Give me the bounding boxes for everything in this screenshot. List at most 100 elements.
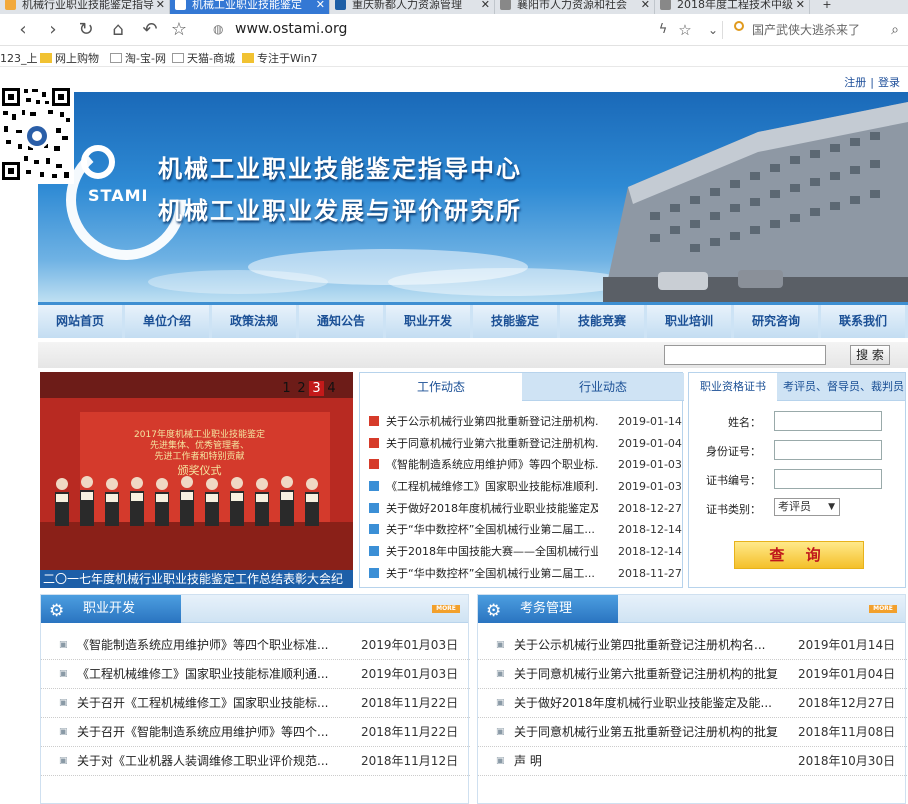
nav-notices[interactable]: 通知公告 (299, 305, 383, 338)
lightning-icon[interactable]: ϟ (652, 19, 674, 41)
close-tab-icon[interactable]: ✕ (156, 0, 165, 12)
bookmark-item[interactable]: 天猫-商城 (172, 50, 235, 66)
forward-icon[interactable]: › (42, 19, 64, 41)
address-bar[interactable]: ◍ www.ostami.org (205, 18, 720, 42)
list-item[interactable]: ▣ 关于召开《智能制造系统应用维护师》等四个... 2018年11月22日 (41, 718, 470, 747)
close-tab-icon[interactable]: ✕ (316, 0, 325, 12)
bookmark-star-icon[interactable]: ☆ (674, 19, 696, 41)
back-icon[interactable]: ‹ (12, 19, 34, 41)
news-item[interactable]: 关于2018年中国技能大赛——全国机械行业... 2018-12-14 (366, 541, 682, 563)
browser-tab[interactable]: 重庆新都人力资源管理 ✕ (330, 0, 495, 14)
slide-caption[interactable]: 二〇一七年度机械行业职业技能鉴定工作总结表彰大会纪 (40, 570, 353, 588)
slide-page-2[interactable]: 2 (294, 381, 309, 396)
news-item[interactable]: 关于“华中数控杯”全国机械行业第二届工... 2018-11-27 (366, 563, 682, 585)
news-item[interactable]: 《工程机械维修工》国家职业技能标准顺利... 2019-01-03 (366, 476, 682, 498)
item-date: 2019年01月03日 (361, 667, 459, 681)
favorite-star-icon[interactable]: ☆ (168, 19, 190, 41)
list-item[interactable]: ▣ 《工程机械维修工》国家职业技能标准顺利通... 2019年01月03日 (41, 660, 470, 689)
news-title[interactable]: 关于做好2018年度机械行业职业技能鉴定及... (386, 498, 598, 520)
browser-search-input[interactable]: 国产武侠大逃杀来了 (752, 21, 860, 38)
cert-category-select[interactable]: 考评员 ▼ (774, 498, 840, 516)
news-item[interactable]: 《智能制造系统应用维护师》等四个职业标... 2019-01-03 (366, 454, 682, 476)
query-button[interactable]: 查 询 (734, 541, 864, 569)
item-title[interactable]: 关于同意机械行业第五批重新登记注册机构的批复 (514, 718, 782, 747)
new-tab-button[interactable]: + (812, 0, 842, 14)
id-number-input[interactable] (774, 440, 882, 460)
nav-skill-appraisal[interactable]: 技能鉴定 (473, 305, 557, 338)
item-title[interactable]: 关于同意机械行业第六批重新登记注册机构的批复 (514, 660, 782, 689)
news-item[interactable]: 关于“华中数控杯”全国机械行业第二届工... 2018-12-14 (366, 519, 682, 541)
list-item[interactable]: ▣ 关于召开《工程机械维修工》国家职业技能标... 2018年11月22日 (41, 689, 470, 718)
nav-about[interactable]: 单位介绍 (125, 305, 209, 338)
tab-industry-news[interactable]: 行业动态 (522, 373, 684, 401)
nav-research[interactable]: 研究咨询 (734, 305, 818, 338)
list-item[interactable]: ▣ 声 明 2018年10月30日 (478, 747, 907, 776)
slide-page-3-current[interactable]: 3 (309, 381, 324, 396)
bookmark-item[interactable]: 网上购物 (40, 50, 99, 66)
slide-page-4[interactable]: 4 (324, 381, 339, 396)
nav-home[interactable]: 网站首页 (38, 305, 122, 338)
tab-examiner-cert[interactable]: 考评员、督导员、裁判员 (783, 373, 904, 401)
search-engine-icon (734, 21, 744, 31)
login-link[interactable]: 登录 (878, 76, 900, 89)
url-text[interactable]: www.ostami.org (235, 21, 347, 37)
name-input[interactable] (774, 411, 882, 431)
bookmark-item[interactable]: 淘-宝-网 (110, 50, 166, 66)
close-tab-icon[interactable]: ✕ (641, 0, 650, 12)
more-button[interactable]: MORE (869, 605, 897, 613)
news-title[interactable]: 《工程机械维修工》国家职业技能标准顺利... (386, 476, 598, 498)
search-icon[interactable]: ⌕ (884, 19, 906, 41)
nav-policy[interactable]: 政策法规 (212, 305, 296, 338)
close-tab-icon[interactable]: ✕ (481, 0, 490, 12)
browser-tab-active[interactable]: 机械工业职业技能鉴定 ✕ (170, 0, 330, 14)
nav-training[interactable]: 职业培训 (647, 305, 731, 338)
news-title[interactable]: 《智能制造系统应用维护师》等四个职业标... (386, 454, 598, 476)
list-item[interactable]: ▣ 关于对《工业机器人装调维修工职业评价规范... 2018年11月12日 (41, 747, 470, 776)
item-title[interactable]: 《智能制造系统应用维护师》等四个职业标准... (77, 631, 332, 660)
news-item[interactable]: 关于公示机械行业第四批重新登记注册机构... 2019-01-14 (366, 411, 682, 433)
nav-skill-contest[interactable]: 技能竞赛 (560, 305, 644, 338)
item-title[interactable]: 关于召开《工程机械维修工》国家职业技能标... (77, 689, 332, 718)
site-search-button[interactable]: 搜 索 (850, 345, 890, 365)
bookmark-item[interactable]: 专注于Win7 (242, 50, 318, 66)
news-title[interactable]: 关于“华中数控杯”全国机械行业第二届工... (386, 519, 598, 541)
site-search-input[interactable] (664, 345, 826, 365)
register-link[interactable]: 注册 (844, 76, 866, 89)
list-item[interactable]: ▣ 《智能制造系统应用维护师》等四个职业标准... 2019年01月03日 (41, 631, 470, 660)
item-title[interactable]: 关于对《工业机器人装调维修工职业评价规范... (77, 747, 332, 776)
close-tab-icon[interactable]: ✕ (796, 0, 805, 12)
slide-page-1[interactable]: 1 (279, 381, 294, 396)
home-icon[interactable]: ⌂ (107, 19, 129, 41)
chevron-down-icon[interactable]: ⌄ (702, 19, 724, 41)
list-item[interactable]: ▣ 关于公示机械行业第四批重新登记注册机构名... 2019年01月14日 (478, 631, 907, 660)
list-item[interactable]: ▣ 关于同意机械行业第六批重新登记注册机构的批复 2019年01月04日 (478, 660, 907, 689)
item-title[interactable]: 关于公示机械行业第四批重新登记注册机构名... (514, 631, 782, 660)
item-title[interactable]: 《工程机械维修工》国家职业技能标准顺利通... (77, 660, 332, 689)
bookmark-item[interactable]: 123_上 (0, 50, 38, 66)
cert-number-input[interactable] (774, 469, 882, 489)
news-title[interactable]: 关于公示机械行业第四批重新登记注册机构... (386, 411, 598, 433)
box-title[interactable]: ⚙ 考务管理 (478, 595, 618, 623)
more-button[interactable]: MORE (432, 605, 460, 613)
item-title[interactable]: 关于召开《智能制造系统应用维护师》等四个... (77, 718, 332, 747)
browser-tab[interactable]: 机械行业职业技能鉴定指导 ✕ (0, 0, 170, 14)
reload-icon[interactable]: ↻ (75, 19, 97, 41)
browser-tab[interactable]: 2018年度工程技术中级 ✕ (655, 0, 810, 14)
news-title[interactable]: 关于“华中数控杯”全国机械行业第二届工... (386, 563, 598, 585)
tab-qualification-cert[interactable]: 职业资格证书 (689, 373, 777, 401)
list-item[interactable]: ▣ 关于做好2018年度机械行业职业技能鉴定及能... 2018年12月27日 (478, 689, 907, 718)
news-title[interactable]: 关于同意机械行业第六批重新登记注册机构... (386, 433, 598, 455)
box-title[interactable]: ⚙ 职业开发 (41, 595, 181, 623)
list-item[interactable]: ▣ 关于同意机械行业第五批重新登记注册机构的批复 2018年11月08日 (478, 718, 907, 747)
nav-contact[interactable]: 联系我们 (821, 305, 905, 338)
news-title[interactable]: 关于2018年中国技能大赛——全国机械行业... (386, 541, 598, 563)
item-title[interactable]: 关于做好2018年度机械行业职业技能鉴定及能... (514, 689, 782, 718)
tab-work-news[interactable]: 工作动态 (360, 373, 522, 401)
nav-occupation-dev[interactable]: 职业开发 (386, 305, 470, 338)
browser-tab[interactable]: 襄阳市人力资源和社会 ✕ (495, 0, 655, 14)
photo-slideshow[interactable]: 2017年度机械工业职业技能鉴定 先进集体、优秀管理者、 先进工作者和特别贡献 … (40, 372, 353, 588)
news-item[interactable]: 关于同意机械行业第六批重新登记注册机构... 2019-01-04 (366, 433, 682, 455)
undo-close-icon[interactable]: ↶ (139, 19, 161, 41)
item-title[interactable]: 声 明 (514, 747, 782, 776)
news-item[interactable]: 关于做好2018年度机械行业职业技能鉴定及... 2018-12-27 (366, 498, 682, 520)
